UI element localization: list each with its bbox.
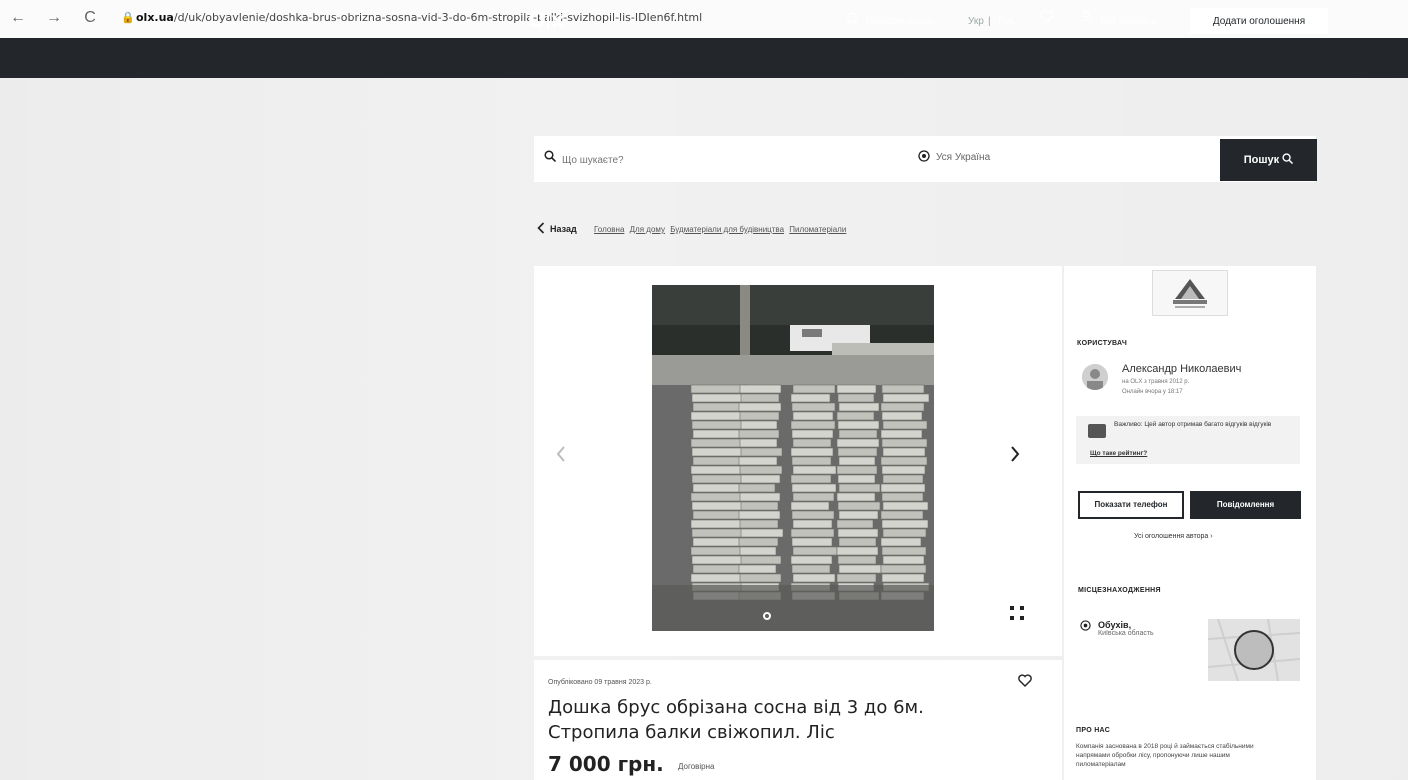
listing-price: 7 000 грн. [548,752,664,776]
lang-ua[interactable]: Укр [968,16,984,27]
message-button[interactable]: Повідомлення [1190,491,1301,519]
search-input[interactable] [560,150,894,170]
seller-last-online: Онлайн вчора у 18:17 [1122,389,1183,395]
chevron-right-icon: › [1210,533,1213,540]
about-section-label: ПРО НАС [1076,727,1111,734]
seller-since: на OLX з травня 2012 р. [1122,379,1190,385]
breadcrumb-item-home[interactable]: Головна [594,225,624,234]
rating-info-link[interactable]: Що таке рейтинг? [1090,450,1147,457]
back-link[interactable]: Назад [550,224,577,234]
breadcrumb: Головна Для дому Будматеріали для будівн… [594,225,849,234]
location-pin-icon [1080,620,1091,634]
lang-ru[interactable]: Рус [998,16,1015,27]
notice-icon [1088,424,1106,438]
my-profile-link[interactable]: Мій профіль [1100,16,1157,27]
negotiable-label: Договірна [678,762,715,771]
heart-icon[interactable] [1018,674,1032,692]
url-domain: olx.ua [136,11,174,24]
messages-link[interactable]: Повідомлення [866,16,932,27]
seller-section-label: КОРИСТУВАЧ [1077,340,1128,347]
avatar[interactable] [1082,364,1108,390]
url-path: /d/uk/obyavlenie/doshka-brus-obrizna-sos… [173,11,703,24]
back-arrow-icon[interactable]: ← [8,9,28,27]
listing-title: Дошка брус обрізана сосна від 3 до 6м. С… [548,697,924,743]
location-selector[interactable]: Уся Україна [936,152,990,163]
location-section-label: МІСЦЕЗНАХОДЖЕННЯ [1078,587,1161,594]
address-bar[interactable]: olx.ua/d/uk/obyavlenie/doshka-brus-obriz… [136,11,702,24]
chevron-left-icon[interactable] [537,221,545,237]
gallery-indicator-dot[interactable] [763,612,771,620]
olx-logo[interactable]: Ox [528,8,564,32]
fullscreen-icon[interactable] [1010,606,1028,620]
all-ads-label: Усі оголошення автора [1134,533,1209,540]
posted-date: Опубліковано 09 травня 2023 р. [548,679,652,686]
reload-icon[interactable]: C [80,9,100,27]
breadcrumb-item-lumber[interactable]: Пиломатеріали [789,225,846,234]
search-icon [544,149,557,166]
site-header [0,38,1408,78]
seller-name[interactable]: Александр Николаевич [1122,363,1241,375]
about-text: Компанія заснована в 2018 році й займаєт… [1076,743,1254,768]
breadcrumb-item-building-materials[interactable]: Будматеріали для будівництва [670,225,784,234]
listing-photo[interactable] [652,285,934,631]
user-icon[interactable] [1080,10,1092,27]
gallery-prev-arrow-icon[interactable] [556,442,566,468]
lock-icon: 🔒 [121,12,135,24]
location-city: Обухів, [1098,620,1132,630]
lang-separator: | [988,16,991,27]
search-button[interactable]: Пошук [1220,139,1317,181]
location-map[interactable] [1208,619,1300,681]
search-button-icon [1282,153,1294,166]
seller-logo [1152,270,1228,316]
search-button-label: Пошук [1243,154,1280,166]
add-ad-button[interactable]: Додати оголошення [1190,8,1328,34]
chat-icon[interactable] [846,11,858,28]
forward-arrow-icon[interactable]: → [44,9,64,27]
all-author-ads-link[interactable]: Усі оголошення автора › [1134,533,1213,540]
show-phone-button[interactable]: Показати телефон [1078,491,1184,519]
gallery-next-arrow-icon[interactable] [1010,442,1020,468]
location-region: Київська область [1098,630,1154,637]
rating-notice-text: Важливо: Цей автор отримав багато відгук… [1114,421,1272,428]
location-target-icon [918,150,930,165]
favorites-heart-icon[interactable] [1040,10,1054,27]
breadcrumb-item-home-garden[interactable]: Для дому [630,225,665,234]
